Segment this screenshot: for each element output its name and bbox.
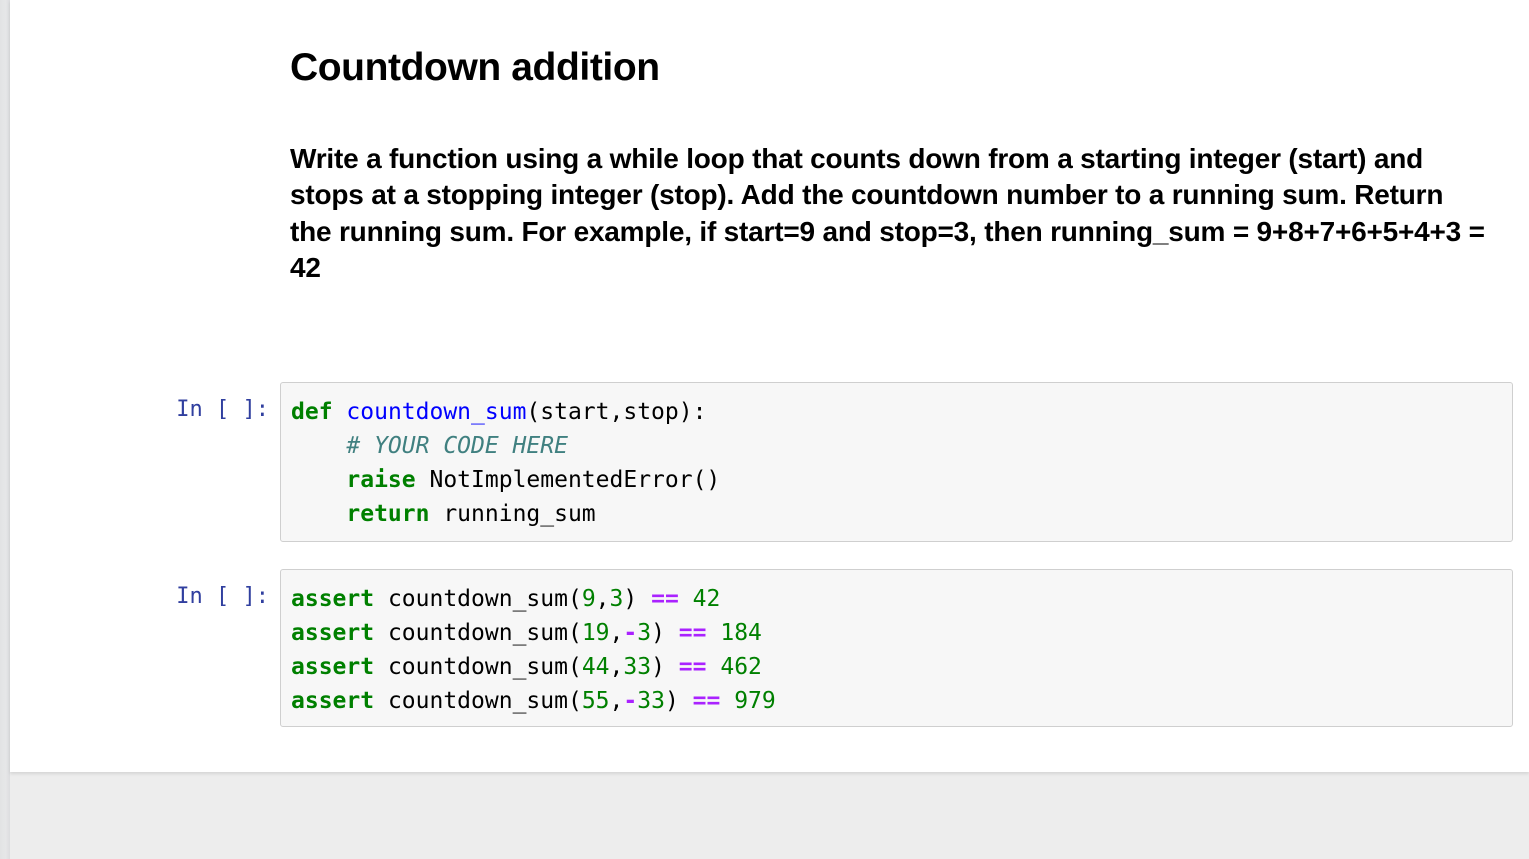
code-token-plain: , <box>609 620 624 646</box>
code-token-kw: return <box>346 501 430 527</box>
code-token-comment: # YOUR CODE HERE <box>346 433 568 459</box>
code-token-plain: , <box>609 688 624 714</box>
code-token-plain: countdown_sum( <box>374 654 582 680</box>
code-token-op: == <box>678 654 707 680</box>
code-token-kw: def <box>291 399 333 425</box>
code-token-kw: assert <box>291 586 375 612</box>
code-token-plain: running_sum <box>429 501 596 527</box>
code-token-num: 3 <box>609 586 624 612</box>
code-source[interactable]: assert countdown_sum(9,3) == 42 assert c… <box>291 582 1504 718</box>
code-token-num: 3 <box>637 620 652 646</box>
execution-prompt: In [ ]: <box>176 397 269 422</box>
code-token-num: 9 <box>581 586 596 612</box>
code-token-num: 33 <box>637 688 665 714</box>
code-token-op: == <box>678 620 707 646</box>
code-token-num: 42 <box>692 586 721 612</box>
problem-statement: Write a function using a while loop that… <box>290 142 1485 284</box>
code-token-plain: , <box>609 654 624 680</box>
code-input-area[interactable]: def countdown_sum(start,stop): # YOUR CO… <box>280 382 1513 542</box>
code-token-plain: countdown_sum( <box>374 688 582 714</box>
code-token-plain: ) <box>651 654 679 680</box>
code-token-num: 33 <box>623 654 652 680</box>
code-token-num: 19 <box>581 620 610 646</box>
code-token-num: 44 <box>581 654 610 680</box>
code-token-plain: ) <box>623 586 652 612</box>
code-token-plain: countdown_sum( <box>374 586 582 612</box>
code-token-num: 979 <box>734 688 776 714</box>
code-token-plain: ) <box>664 688 693 714</box>
code-token-fname: countdown_sum <box>346 399 527 425</box>
code-token-plain: countdown_sum( <box>374 620 582 646</box>
code-token-num: 462 <box>720 654 762 680</box>
code-cell-tests[interactable]: In [ ]: assert countdown_sum(9,3) == 42 … <box>150 569 1513 727</box>
execution-prompt: In [ ]: <box>176 584 269 609</box>
code-token-op: - <box>623 688 638 714</box>
code-token-kw: assert <box>291 654 375 680</box>
code-token-op: == <box>692 688 721 714</box>
code-token-op: == <box>651 586 679 612</box>
code-input-area[interactable]: assert countdown_sum(9,3) == 42 assert c… <box>280 569 1513 727</box>
code-token-plain: , <box>595 586 610 612</box>
code-cell-definition[interactable]: In [ ]: def countdown_sum(start,stop): #… <box>150 382 1513 542</box>
code-token-kw: assert <box>291 620 375 646</box>
markdown-cell[interactable]: Countdown addition Write a function usin… <box>290 46 1490 286</box>
code-token-plain: (start,stop): <box>526 399 707 425</box>
page-left-gutter <box>0 0 10 859</box>
code-token-kw: assert <box>291 688 375 714</box>
code-token-plain: NotImplementedError() <box>415 467 721 493</box>
page-title: Countdown addition <box>290 46 660 89</box>
code-token-kw: raise <box>346 467 416 493</box>
code-token-plain: ) <box>651 620 679 646</box>
code-token-num: 184 <box>720 620 762 646</box>
code-token-num: 55 <box>581 688 610 714</box>
notebook-page: Countdown addition Write a function usin… <box>10 0 1529 772</box>
code-token-op: - <box>623 620 638 646</box>
code-source[interactable]: def countdown_sum(start,stop): # YOUR CO… <box>291 395 1504 531</box>
